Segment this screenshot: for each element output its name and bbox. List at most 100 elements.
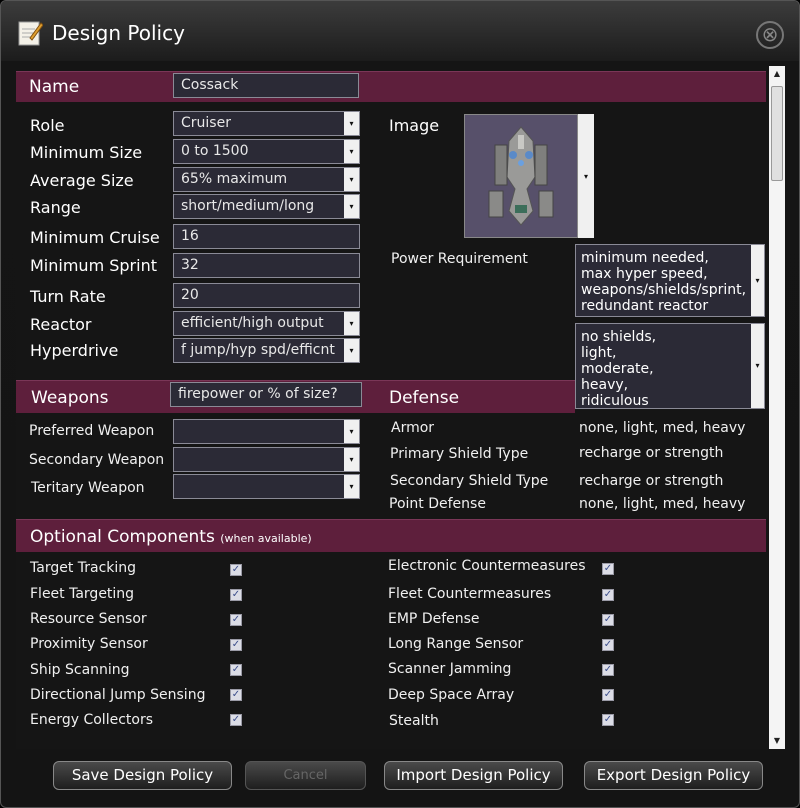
close-icon[interactable]: ⊗ — [756, 21, 784, 49]
fleet-countermeasures-checkbox[interactable]: ✓ — [602, 589, 614, 601]
title-bar: Design Policy ⊗ — [1, 1, 799, 61]
role-dropdown[interactable]: Cruiser ▾ — [173, 111, 360, 136]
chevron-down-icon: ▾ — [344, 312, 359, 335]
scanner-jamming-checkbox[interactable]: ✓ — [602, 664, 614, 676]
ship-scanning-checkbox[interactable]: ✓ — [230, 664, 242, 676]
import-design-policy-button[interactable]: Import Design Policy — [384, 761, 563, 790]
preferred-weapon-dropdown[interactable]: ▾ — [173, 419, 360, 444]
optional-components-sublabel: (when available) — [220, 532, 312, 545]
average-size-dropdown[interactable]: 65% maximum ▾ — [173, 167, 360, 192]
proximity-sensor-checkbox[interactable]: ✓ — [230, 639, 242, 651]
point-defense-value: none, light, med, heavy — [579, 496, 746, 512]
fleet-targeting-label: Fleet Targeting — [30, 586, 135, 602]
shield-option[interactable]: moderate, — [581, 361, 764, 377]
shield-option[interactable]: light, — [581, 345, 764, 361]
design-policy-window: Design Policy ⊗ Name Cossack Role Cruise… — [0, 0, 800, 808]
tertiary-weapon-dropdown[interactable]: ▾ — [173, 474, 360, 499]
range-label: Range — [30, 198, 81, 217]
minimum-cruise-input[interactable]: 16 — [173, 224, 360, 249]
name-label: Name — [29, 77, 80, 97]
directional-jump-sensing-label: Directional Jump Sensing — [30, 687, 206, 703]
turn-rate-label: Turn Rate — [30, 287, 106, 306]
emp-defense-checkbox[interactable]: ✓ — [602, 614, 614, 626]
directional-jump-sensing-checkbox[interactable]: ✓ — [230, 689, 242, 701]
defense-label: Defense — [389, 388, 460, 408]
range-dropdown[interactable]: short/medium/long ▾ — [173, 194, 360, 219]
shield-option[interactable]: heavy, — [581, 377, 764, 393]
role-value: Cruiser — [181, 115, 231, 131]
chevron-down-icon: ▾ — [344, 168, 359, 191]
role-label: Role — [30, 116, 65, 135]
hyperdrive-dropdown[interactable]: f jump/hyp spd/efficnt ▾ — [173, 338, 360, 363]
chevron-down-icon: ▾ — [344, 339, 359, 362]
export-design-policy-button[interactable]: Export Design Policy — [584, 761, 763, 790]
average-size-label: Average Size — [30, 171, 134, 190]
minimum-sprint-label: Minimum Sprint — [30, 256, 157, 275]
resource-sensor-checkbox[interactable]: ✓ — [230, 614, 242, 626]
secondary-weapon-dropdown[interactable]: ▾ — [173, 447, 360, 472]
reactor-value: efficient/high output — [181, 315, 324, 331]
name-input[interactable]: Cossack — [173, 73, 359, 98]
window-title: Design Policy — [52, 21, 185, 45]
optional-components-label: Optional Components (when available) — [30, 527, 312, 547]
deep-space-array-checkbox[interactable]: ✓ — [602, 689, 614, 701]
scroll-up-icon[interactable]: ▲ — [769, 66, 785, 82]
energy-collectors-checkbox[interactable]: ✓ — [230, 714, 242, 726]
image-label: Image — [389, 116, 440, 135]
chevron-down-icon: ▾ — [344, 475, 359, 498]
name-band: Name — [16, 71, 766, 102]
minimum-cruise-label: Minimum Cruise — [30, 228, 160, 247]
primary-shield-label: Primary Shield Type — [390, 446, 529, 462]
power-option[interactable]: redundant reactor — [581, 298, 764, 314]
ship-image[interactable] — [464, 114, 578, 238]
image-dropdown-arrow[interactable]: ▾ — [578, 114, 594, 238]
electronic-countermeasures-label: Electronic Countermeasures — [388, 558, 586, 574]
shield-option[interactable]: no shields, — [581, 329, 764, 345]
stealth-checkbox[interactable]: ✓ — [602, 714, 614, 726]
scanner-jamming-label: Scanner Jamming — [388, 661, 512, 677]
optional-components-title: Optional Components — [30, 527, 215, 547]
target-tracking-checkbox[interactable]: ✓ — [230, 564, 242, 576]
primary-shield-value: recharge or strength — [579, 445, 724, 461]
armor-label: Armor — [391, 420, 435, 436]
preferred-weapon-label: Preferred Weapon — [29, 423, 155, 439]
fleet-targeting-checkbox[interactable]: ✓ — [230, 589, 242, 601]
reactor-dropdown[interactable]: efficient/high output ▾ — [173, 311, 360, 336]
shield-strength-list[interactable]: no shields, light, moderate, heavy, ridi… — [575, 323, 765, 409]
chevron-down-icon: ▾ — [344, 420, 359, 443]
cancel-button[interactable]: Cancel — [245, 761, 366, 790]
proximity-sensor-label: Proximity Sensor — [30, 636, 148, 652]
tertiary-weapon-label: Teritary Weapon — [31, 480, 145, 496]
minimum-size-dropdown[interactable]: 0 to 1500 ▾ — [173, 139, 360, 164]
shield-option[interactable]: ridiculous — [581, 393, 764, 409]
power-requirement-list[interactable]: minimum needed, max hyper speed, weapons… — [575, 244, 765, 317]
optional-components-band: Optional Components (when available) — [16, 519, 766, 552]
scroll-down-icon[interactable]: ▼ — [769, 733, 785, 749]
vertical-scrollbar[interactable]: ▲ ▼ — [769, 66, 785, 749]
hyperdrive-value: f jump/hyp spd/efficnt — [181, 342, 335, 358]
weapons-mode-input[interactable]: firepower or % of size? — [170, 382, 362, 407]
power-requirement-label: Power Requirement — [391, 251, 528, 267]
fleet-countermeasures-label: Fleet Countermeasures — [388, 586, 552, 602]
chevron-down-icon: ▾ — [344, 112, 359, 135]
secondary-weapon-label: Secondary Weapon — [29, 452, 165, 468]
ship-sprite — [465, 115, 577, 237]
power-option[interactable]: minimum needed, — [581, 250, 764, 266]
electronic-countermeasures-checkbox[interactable]: ✓ — [602, 563, 614, 575]
notepad-icon — [18, 21, 43, 46]
hyperdrive-label: Hyperdrive — [30, 341, 119, 360]
chevron-down-icon[interactable]: ▾ — [751, 245, 764, 316]
save-design-policy-button[interactable]: Save Design Policy — [53, 761, 232, 790]
resource-sensor-label: Resource Sensor — [30, 611, 147, 627]
chevron-down-icon[interactable]: ▾ — [751, 324, 764, 408]
turn-rate-input[interactable]: 20 — [173, 283, 360, 308]
emp-defense-label: EMP Defense — [388, 611, 480, 627]
armor-value: none, light, med, heavy — [579, 420, 746, 436]
minimum-sprint-input[interactable]: 32 — [173, 253, 360, 278]
chevron-down-icon: ▾ — [344, 140, 359, 163]
scroll-thumb[interactable] — [771, 86, 783, 181]
long-range-sensor-checkbox[interactable]: ✓ — [602, 639, 614, 651]
power-option[interactable]: weapons/shields/sprint, — [581, 282, 764, 298]
average-size-value: 65% maximum — [181, 171, 288, 187]
power-option[interactable]: max hyper speed, — [581, 266, 764, 282]
